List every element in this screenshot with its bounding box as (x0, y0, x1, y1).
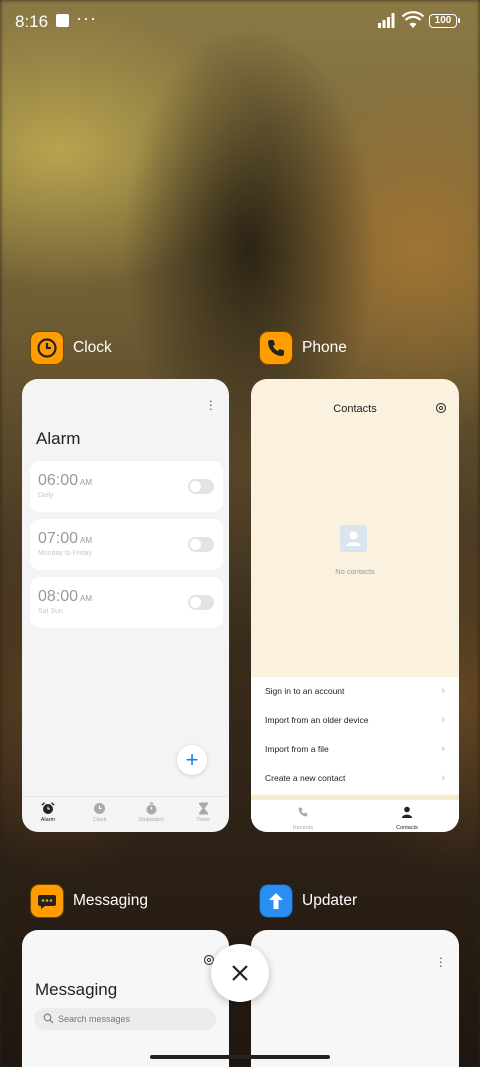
alarm-time: 07:00 (38, 530, 79, 547)
clear-all-button[interactable] (211, 944, 269, 1002)
tab-contacts[interactable]: Contacts (355, 800, 459, 832)
tab-label: Alarm (40, 817, 56, 823)
home-gesture-bar[interactable] (150, 1055, 330, 1059)
tab-label: Clock (92, 817, 107, 823)
alarm-item[interactable]: 06:00 AM Daily (30, 461, 223, 512)
person-icon (401, 806, 413, 818)
tab-label: Recents (292, 825, 314, 831)
phone-icon (298, 807, 308, 817)
more-options-icon[interactable]: · · · (209, 394, 213, 415)
notification-icon (56, 14, 69, 27)
bottom-tab-bar: Recents Contacts (251, 796, 459, 832)
app-name-phone: Phone (302, 339, 347, 356)
menu-item-sign-in[interactable]: Sign in to an account › (251, 677, 459, 706)
phone-app-icon[interactable] (259, 331, 293, 365)
recent-card-updater[interactable]: · · · (251, 930, 459, 1067)
search-icon (43, 1013, 54, 1024)
settings-icon[interactable] (435, 402, 447, 414)
alarm-time: 08:00 (38, 588, 79, 605)
app-header-clock[interactable]: Clock (30, 331, 112, 365)
tab-recents[interactable]: Recents (251, 800, 355, 832)
contacts-options-menu: Sign in to an account › Import from an ol… (251, 677, 459, 794)
status-time: 8:16 (15, 12, 49, 31)
alarm-toggle[interactable] (188, 479, 214, 494)
menu-item-label: Import from a file (265, 744, 329, 754)
tab-label: Stopwatch (138, 817, 165, 823)
contact-placeholder-icon (340, 525, 367, 552)
alarm-ampm: AM (80, 478, 93, 487)
recent-card-messaging[interactable]: Messaging Search messages (22, 930, 229, 1067)
alarm-toggle[interactable] (188, 595, 214, 610)
alarm-item[interactable]: 08:00 AM Sat Sun (30, 577, 223, 628)
battery-icon: 100 (429, 14, 460, 28)
menu-item-create-contact[interactable]: Create a new contact › (251, 764, 459, 793)
app-name-messaging: Messaging (73, 892, 148, 909)
menu-item-label: Create a new contact (265, 773, 346, 783)
app-header-phone[interactable]: Phone (259, 331, 347, 365)
signal-icon (378, 13, 395, 28)
page-title: Messaging (35, 980, 118, 999)
app-header-updater[interactable]: Updater (259, 884, 357, 918)
tab-alarm[interactable]: Alarm (22, 797, 74, 832)
page-title: Contacts (333, 403, 377, 415)
app-name-clock: Clock (73, 339, 112, 356)
close-icon (232, 965, 248, 981)
alarm-icon (41, 802, 55, 814)
menu-item-import-file[interactable]: Import from a file › (251, 735, 459, 764)
search-placeholder: Search messages (58, 1014, 131, 1024)
stopwatch-icon (146, 802, 157, 815)
status-bar: 8:16 ··· 100 (0, 0, 480, 44)
alarm-time: 06:00 (38, 472, 79, 489)
bottom-tab-bar: Alarm Clock Stopwatch Timer (22, 796, 229, 832)
more-options-icon[interactable]: · · · (439, 951, 443, 972)
add-alarm-button[interactable]: + (177, 745, 207, 775)
chevron-right-icon: › (441, 772, 445, 784)
alarm-repeat: Sat Sun (38, 608, 63, 615)
alarm-ampm: AM (80, 594, 93, 603)
menu-item-label: Import from an older device (265, 715, 369, 725)
alarm-toggle[interactable] (188, 537, 214, 552)
wifi-icon (402, 11, 424, 28)
recent-card-phone[interactable]: Contacts No contacts Sign in to an accou… (251, 379, 459, 832)
app-name-updater: Updater (302, 892, 358, 909)
menu-item-label: Sign in to an account (265, 686, 345, 696)
alarm-repeat: Monday to Friday (38, 550, 93, 557)
tab-stopwatch[interactable]: Stopwatch (126, 797, 178, 832)
recent-card-clock[interactable]: · · · Alarm 06:00 AM Daily 07:00 AM Monday t… (22, 379, 229, 832)
empty-state-text: No contacts (335, 567, 375, 576)
chevron-right-icon: › (441, 714, 445, 726)
search-input[interactable]: Search messages (34, 1008, 216, 1030)
tab-clock[interactable]: Clock (74, 797, 126, 832)
chevron-right-icon: › (441, 743, 445, 755)
page-title: Alarm (36, 429, 81, 448)
alarm-item[interactable]: 07:00 AM Monday to Friday (30, 519, 223, 570)
clock-icon (94, 803, 106, 814)
hourglass-icon (198, 802, 208, 815)
tab-label: Contacts (396, 825, 418, 831)
tab-timer[interactable]: Timer (177, 797, 229, 832)
chevron-right-icon: › (441, 685, 445, 697)
updater-app-icon[interactable] (259, 884, 293, 918)
more-notifications-icon: ··· (76, 8, 97, 28)
alarm-repeat: Daily (38, 492, 54, 499)
alarm-ampm: AM (80, 536, 93, 545)
menu-item-import-device[interactable]: Import from an older device › (251, 706, 459, 735)
tab-label: Timer (196, 817, 211, 823)
app-header-messaging[interactable]: Messaging (30, 884, 148, 918)
messaging-app-icon[interactable] (30, 884, 64, 918)
clock-app-icon[interactable] (30, 331, 64, 365)
